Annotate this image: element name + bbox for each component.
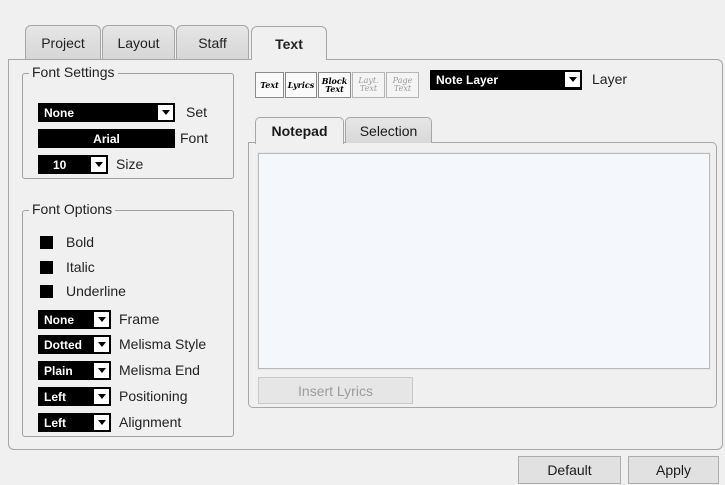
text-type-layout-text-button[interactable]: Layt. Text [352, 72, 385, 98]
layer-label: Layer [592, 71, 628, 87]
text-type-page-text-button[interactable]: Page Text [386, 72, 419, 98]
layer-dropdown[interactable]: Note Layer [430, 70, 582, 90]
text-type-lyrics-label: Lyrics [287, 80, 315, 90]
layer-value: Note Layer [436, 73, 499, 87]
size-label: Size [116, 156, 144, 172]
set-label: Set [186, 104, 208, 120]
insert-lyrics-button[interactable]: Insert Lyrics [258, 377, 413, 404]
size-dropdown[interactable]: 10 [38, 155, 108, 174]
default-button[interactable]: Default [518, 456, 621, 484]
chevron-down-icon [94, 337, 109, 352]
underline-checkbox[interactable] [40, 285, 53, 298]
text-type-block-text-button[interactable]: Block Text [318, 72, 351, 98]
chevron-down-icon [158, 105, 173, 120]
frame-dropdown[interactable]: None [38, 310, 111, 329]
melisma-end-value: Plain [44, 363, 73, 378]
alignment-value: Left [44, 415, 66, 430]
alignment-label: Alignment [119, 414, 182, 430]
tab-text[interactable]: Text [251, 26, 327, 60]
font-field[interactable]: Arial [38, 129, 175, 148]
apply-button[interactable]: Apply [628, 456, 719, 484]
chevron-down-icon [91, 157, 106, 172]
melisma-end-label: Melisma End [119, 362, 200, 378]
positioning-dropdown[interactable]: Left [38, 387, 111, 406]
chevron-down-icon [94, 363, 109, 378]
text-type-page-l2: Text [393, 84, 412, 93]
tab-notepad[interactable]: Notepad [255, 117, 344, 144]
bold-checkbox[interactable] [40, 236, 53, 249]
text-type-layout-l2: Text [359, 84, 378, 93]
positioning-value: Left [44, 389, 66, 404]
chevron-down-icon [94, 389, 109, 404]
italic-checkbox[interactable] [40, 261, 53, 274]
font-label: Font [180, 130, 209, 146]
chevron-down-icon [94, 312, 109, 327]
text-type-block-l2: Text [325, 84, 344, 94]
tab-staff[interactable]: Staff [176, 25, 249, 59]
melisma-end-dropdown[interactable]: Plain [38, 361, 111, 380]
tab-layout[interactable]: Layout [102, 25, 175, 59]
bold-label: Bold [66, 234, 95, 250]
size-value: 10 [53, 157, 67, 172]
set-dropdown[interactable]: None [38, 103, 175, 122]
tab-project[interactable]: Project [25, 25, 101, 59]
italic-label: Italic [66, 259, 95, 275]
melisma-style-dropdown[interactable]: Dotted [38, 335, 111, 354]
melisma-style-label: Melisma Style [119, 336, 207, 352]
notepad-textarea[interactable] [257, 152, 711, 370]
frame-label: Frame [119, 311, 160, 327]
text-type-lyrics-button[interactable]: Lyrics [285, 72, 317, 98]
font-value: Arial [93, 131, 120, 146]
chevron-down-icon [565, 72, 580, 87]
positioning-label: Positioning [119, 388, 188, 404]
alignment-dropdown[interactable]: Left [38, 413, 111, 432]
melisma-style-value: Dotted [44, 337, 82, 352]
chevron-down-icon [94, 415, 109, 430]
underline-label: Underline [66, 283, 126, 299]
text-type-text-label: Text [260, 80, 279, 90]
tab-selection[interactable]: Selection [345, 117, 432, 143]
set-value: None [44, 105, 74, 120]
frame-value: None [44, 312, 74, 327]
text-type-text-button[interactable]: Text [255, 72, 284, 98]
font-settings-legend: Font Settings [29, 64, 118, 80]
font-options-legend: Font Options [29, 201, 116, 217]
